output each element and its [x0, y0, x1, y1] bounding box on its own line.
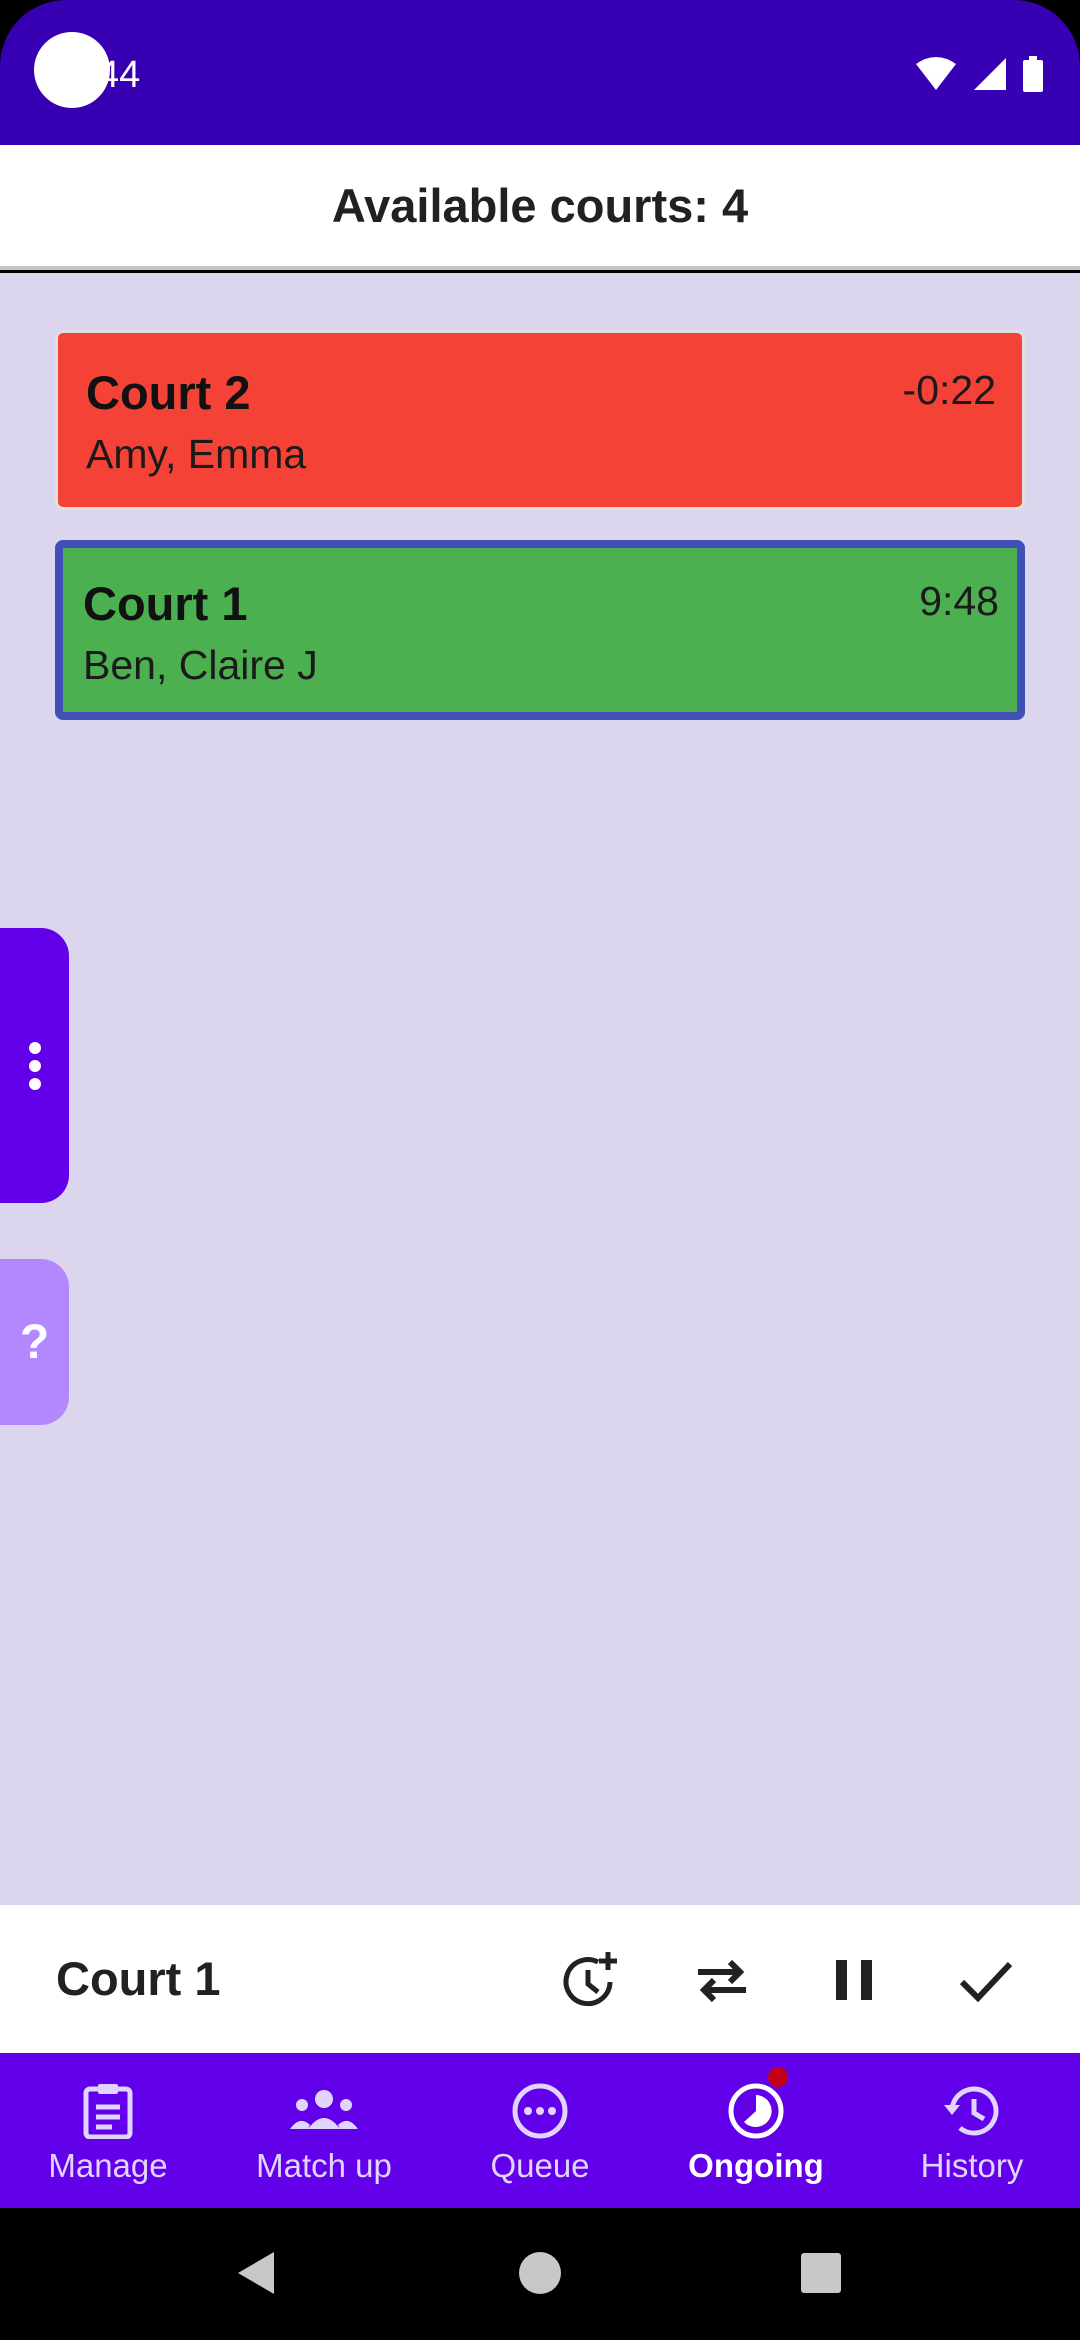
nav-item-queue[interactable]: Queue: [432, 2053, 648, 2208]
finish-button[interactable]: [951, 1945, 1021, 2015]
history-icon: [944, 2086, 999, 2136]
court-timer: 9:48: [919, 578, 999, 624]
nav-label: Queue: [490, 2147, 590, 2184]
nav-item-ongoing[interactable]: Ongoing: [648, 2053, 864, 2208]
clipboard-icon: [83, 2084, 133, 2139]
app-header: Available courts: 4: [0, 145, 1080, 270]
nav-label: History: [920, 2147, 1024, 2184]
court-players: Ben, Claire J: [83, 642, 318, 688]
court-card-court-1[interactable]: Court 1 9:48 Ben, Claire J: [55, 540, 1025, 720]
court-action-bar: Court 1: [0, 1905, 1080, 2053]
add-time-icon: [563, 1952, 617, 2007]
swap-icon: [698, 1959, 746, 2003]
check-icon: [959, 1961, 1013, 2003]
status-bar: 44: [0, 0, 1080, 145]
courts-list: Court 2 -0:22 Amy, Emma Court 1 9:48 Ben…: [0, 273, 1080, 1905]
battery-icon: [1023, 56, 1043, 92]
pause-icon: [836, 1960, 872, 2000]
home-icon[interactable]: [518, 2250, 562, 2296]
back-icon[interactable]: [236, 2250, 276, 2296]
nav-label: Manage: [48, 2147, 168, 2184]
pause-button[interactable]: [819, 1945, 889, 2015]
system-navigation-bar: [0, 2208, 1080, 2340]
timelapse-icon: [728, 2083, 784, 2139]
help-label: ?: [19, 1315, 50, 1369]
status-icons: [914, 56, 1044, 92]
bottom-navigation: Manage Match up Queue Ongoing History: [0, 2053, 1080, 2208]
court-name: Court 2: [86, 366, 251, 419]
help-tab[interactable]: ?: [0, 1259, 69, 1425]
add-time-button[interactable]: [555, 1945, 625, 2015]
court-players: Amy, Emma: [86, 431, 307, 477]
phone-screen: 44 Available courts: 4 Court 2 -0:22 Amy…: [0, 0, 1080, 2340]
recents-icon[interactable]: [800, 2250, 842, 2296]
swap-button[interactable]: [687, 1945, 757, 2015]
available-courts-title: Available courts: 4: [331, 179, 749, 232]
notification-badge: [768, 2067, 788, 2087]
side-menu-tab[interactable]: [0, 928, 69, 1203]
signal-icon: [974, 58, 1006, 90]
court-card-court-2[interactable]: Court 2 -0:22 Amy, Emma: [55, 330, 1025, 510]
nav-label: Match up: [256, 2147, 392, 2184]
nav-item-history[interactable]: History: [864, 2053, 1080, 2208]
wifi-icon: [916, 57, 956, 90]
status-time: 44: [98, 54, 141, 96]
more-vertical-icon: [28, 1041, 41, 1090]
nav-item-manage[interactable]: Manage: [0, 2053, 216, 2208]
court-timer: -0:22: [902, 367, 996, 413]
selected-court-label: Court 1: [56, 1952, 221, 2005]
nav-label: Ongoing: [688, 2147, 824, 2184]
more-horizontal-circle-icon: [512, 2083, 568, 2139]
court-name: Court 1: [83, 577, 248, 630]
group-icon: [290, 2090, 358, 2129]
nav-item-match-up[interactable]: Match up: [216, 2053, 432, 2208]
